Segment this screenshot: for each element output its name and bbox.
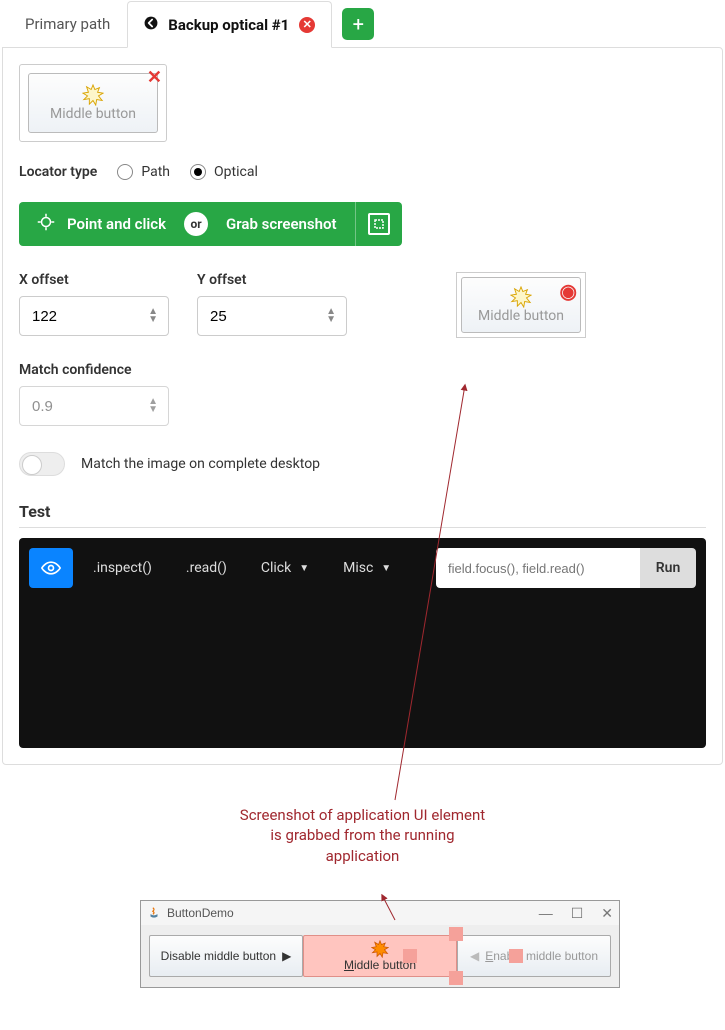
caret-down-icon: ▼ (299, 563, 309, 574)
run-input[interactable] (436, 548, 640, 588)
tab-primary-label: Primary path (25, 15, 110, 33)
offsets-row: X offset ▲▼ Y offset ▲▼ Middle button ◉ (19, 272, 706, 336)
x-offset-input-wrap[interactable]: ▲▼ (19, 296, 169, 336)
tabs-row: Primary path Backup optical #1 ✕ + (0, 0, 725, 47)
enable-middle-button[interactable]: ◀ Enable middle button (457, 935, 611, 977)
x-offset-label: X offset (19, 272, 169, 288)
test-header: Test (19, 502, 706, 528)
desktop-toggle-row: Match the image on complete desktop (19, 452, 706, 476)
read-action[interactable]: .read() (172, 548, 241, 588)
captured-thumbnail: ✕ Middle button (19, 64, 167, 142)
close-window-icon[interactable]: ✕ (601, 905, 613, 922)
radio-path[interactable]: Path (117, 164, 170, 180)
selection-handle (449, 971, 463, 985)
inspect-preview-button[interactable] (29, 548, 73, 588)
demo-title-text: ButtonDemo (167, 906, 234, 920)
demo-window: ButtonDemo — ☐ ✕ Disable middle button ▶… (140, 900, 620, 988)
target-marker-icon: ◉ (560, 279, 577, 303)
back-arrow-icon (144, 14, 158, 35)
test-console: .inspect() .read() Click▼ Misc▼ Run (19, 538, 706, 748)
thumbnail-label: Middle button (50, 106, 136, 122)
radio-path-icon (117, 164, 133, 180)
right-arrow-icon: ▶ (282, 949, 291, 963)
java-icon (147, 906, 161, 920)
or-badge: or (184, 212, 208, 236)
left-arrow-icon: ◀ (470, 949, 479, 963)
splat-icon (371, 940, 389, 958)
middle-button[interactable]: Middle button (303, 935, 457, 977)
y-offset-stepper[interactable]: ▲▼ (326, 308, 336, 324)
inspect-action[interactable]: .inspect() (79, 548, 166, 588)
add-tab-button[interactable]: + (342, 8, 374, 40)
thumbnail-preview: Middle button (28, 73, 158, 133)
delete-thumbnail-icon[interactable]: ✕ (147, 67, 162, 88)
minimize-icon[interactable]: — (539, 905, 553, 922)
preview-target: Middle button ◉ (456, 272, 586, 338)
radio-optical[interactable]: Optical (190, 164, 258, 180)
confidence-label: Match confidence (19, 362, 706, 378)
preview-frame: Middle button ◉ (456, 272, 586, 338)
point-and-click-label: Point and click (67, 215, 166, 233)
grab-screenshot-label: Grab screenshot (226, 215, 337, 233)
confidence-input-wrap[interactable]: ▲▼ (19, 386, 169, 426)
run-group: Run (436, 548, 696, 588)
point-and-click-button[interactable]: Point and click (19, 202, 184, 246)
selection-icon (368, 213, 390, 235)
tab-backup-optical[interactable]: Backup optical #1 ✕ (127, 1, 332, 48)
annotation-text: Screenshot of application UI element is … (233, 805, 493, 866)
selection-handle (449, 927, 463, 941)
screenshot-area-button[interactable] (356, 202, 402, 246)
splat-icon (510, 286, 532, 308)
demo-titlebar: ButtonDemo — ☐ ✕ (141, 901, 619, 925)
tab-primary-path[interactable]: Primary path (8, 2, 127, 45)
locator-panel: ✕ Middle button Locator type Path Optica… (2, 47, 723, 765)
x-offset-stepper[interactable]: ▲▼ (148, 308, 158, 324)
maximize-icon[interactable]: ☐ (571, 905, 584, 922)
radio-path-label: Path (141, 164, 170, 180)
radio-optical-icon (190, 164, 206, 180)
splat-icon (82, 84, 104, 106)
misc-action[interactable]: Misc▼ (329, 548, 405, 588)
y-offset-field: Y offset ▲▼ (197, 272, 347, 336)
confidence-stepper[interactable]: ▲▼ (148, 398, 158, 414)
grab-screenshot-button[interactable]: Grab screenshot (208, 202, 355, 246)
click-action[interactable]: Click▼ (247, 548, 323, 588)
caret-down-icon: ▼ (381, 563, 391, 574)
tab-backup-label: Backup optical #1 (168, 16, 289, 34)
desktop-match-label: Match the image on complete desktop (81, 456, 320, 472)
run-button[interactable]: Run (640, 548, 696, 588)
y-offset-label: Y offset (197, 272, 347, 288)
capture-action-bar: Point and click or Grab screenshot (19, 202, 402, 246)
preview-label: Middle button (478, 308, 564, 324)
desktop-match-toggle[interactable] (19, 452, 65, 476)
selection-handle (509, 949, 523, 963)
eye-icon (41, 558, 61, 578)
x-offset-input[interactable] (30, 307, 148, 326)
close-tab-icon[interactable]: ✕ (299, 17, 315, 33)
radio-optical-label: Optical (214, 164, 258, 180)
annotation-area: Screenshot of application UI element is … (0, 775, 725, 1025)
y-offset-input[interactable] (208, 307, 326, 326)
selection-handle (403, 949, 417, 963)
x-offset-field: X offset ▲▼ (19, 272, 169, 336)
confidence-row: Match confidence ▲▼ (19, 362, 706, 426)
demo-body: Disable middle button ▶ Middle button ◀ … (141, 925, 619, 987)
disable-middle-button[interactable]: Disable middle button ▶ (149, 935, 303, 977)
locator-type-row: Locator type Path Optical (19, 164, 706, 180)
locator-type-label: Locator type (19, 164, 97, 180)
y-offset-input-wrap[interactable]: ▲▼ (197, 296, 347, 336)
console-toolbar: .inspect() .read() Click▼ Misc▼ Run (29, 548, 696, 588)
confidence-input[interactable] (30, 397, 148, 416)
crosshair-icon (37, 213, 55, 235)
